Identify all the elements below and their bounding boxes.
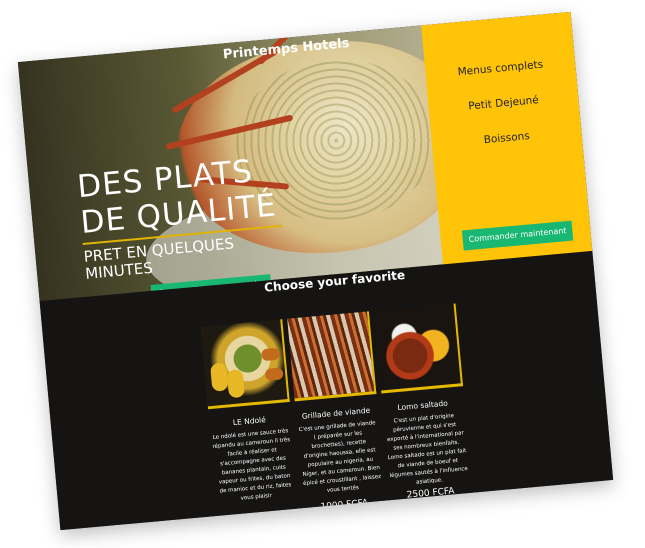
- card-name: Grillade de viande: [301, 405, 371, 421]
- plantain-shape: [264, 367, 284, 381]
- card-price: 1000 FCFA: [234, 518, 284, 531]
- menu-section: Choose your favorite LE Ndolé Le ndolé e…: [39, 250, 614, 531]
- menu-item-petit-dejeune[interactable]: Petit Dejeuné: [428, 90, 578, 116]
- order-now-button[interactable]: Commander maintenant: [461, 220, 574, 251]
- grillade-image[interactable]: [287, 311, 377, 402]
- side-menu: ✕ Menus complets Petit Dejeuné Boissons …: [421, 11, 594, 277]
- card-price: 1000 FCFA: [320, 498, 369, 513]
- menu-item-menus-complets[interactable]: Menus complets: [425, 56, 575, 82]
- menu-item-boissons[interactable]: Boissons: [432, 125, 582, 151]
- lomo-saltado-image[interactable]: [373, 303, 464, 394]
- page-viewport: Printemps Hotels DES PLATS DE QUALITÉ PR…: [17, 11, 614, 531]
- banana-shape: [209, 362, 229, 392]
- card-name: LE Ndolé: [232, 415, 267, 428]
- card-description: C'est un plat d'origine péruvienne et qu…: [386, 413, 469, 486]
- banana-shape: [226, 369, 246, 399]
- card-description: Le ndolé est une sauce très répandu au c…: [212, 428, 292, 502]
- card-description: C'est une grillade de viande ( préparée …: [298, 420, 382, 494]
- plantain-shape: [260, 347, 280, 362]
- card-name: Lomo saltado: [397, 398, 449, 413]
- ndole-image[interactable]: [200, 319, 290, 410]
